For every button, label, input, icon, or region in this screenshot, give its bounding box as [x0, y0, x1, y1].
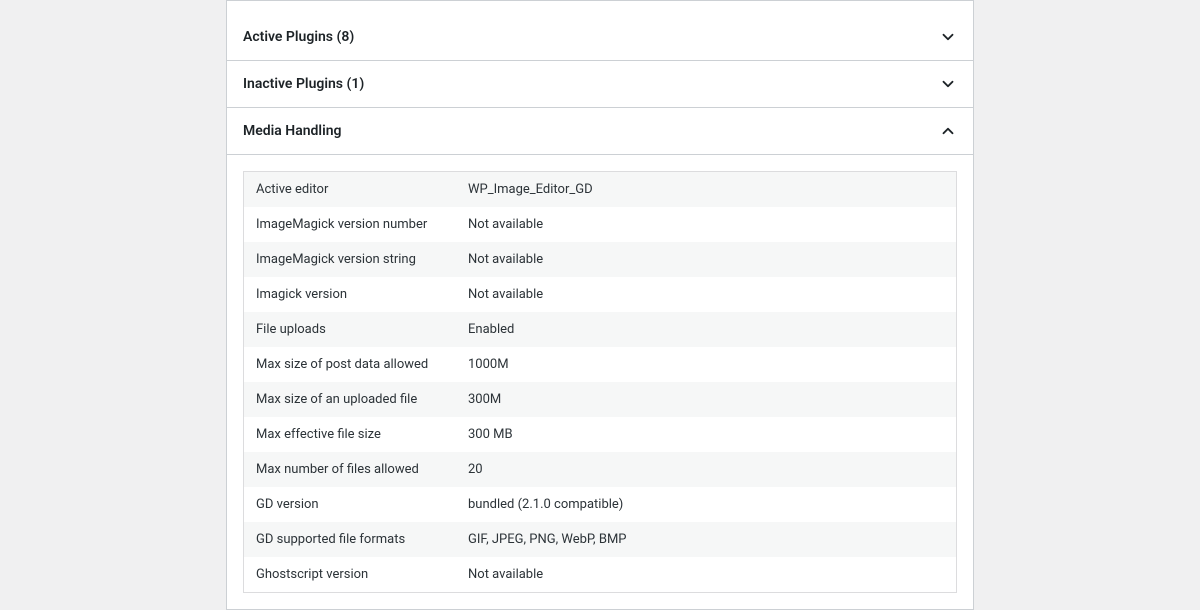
table-row: Max effective file size 300 MB	[244, 417, 956, 452]
row-value: bundled (2.1.0 compatible)	[468, 497, 944, 512]
table-row: GD supported file formats GIF, JPEG, PNG…	[244, 522, 956, 557]
row-value: Not available	[468, 287, 944, 302]
row-label: Active editor	[256, 182, 468, 197]
row-label: GD supported file formats	[256, 532, 468, 547]
row-value: 300 MB	[468, 427, 944, 442]
row-label: File uploads	[256, 322, 468, 337]
table-row: File uploads Enabled	[244, 312, 956, 347]
chevron-up-icon	[939, 122, 957, 140]
panel-body-media-handling: Active editor WP_Image_Editor_GD ImageMa…	[226, 155, 974, 610]
table-row: Ghostscript version Not available	[244, 557, 956, 592]
table-row: Max size of an uploaded file 300M	[244, 382, 956, 417]
row-label: Max size of an uploaded file	[256, 392, 468, 407]
row-value: GIF, JPEG, PNG, WebP, BMP	[468, 532, 944, 547]
row-value: Enabled	[468, 322, 944, 337]
panel-media-handling[interactable]: Media Handling	[226, 108, 974, 155]
row-label: Max effective file size	[256, 427, 468, 442]
panel-active-plugins[interactable]: Active Plugins (8)	[226, 14, 974, 61]
row-value: 300M	[468, 392, 944, 407]
row-label: GD version	[256, 497, 468, 512]
panel-title: Media Handling	[243, 123, 342, 139]
table-row: Max size of post data allowed 1000M	[244, 347, 956, 382]
info-table: Active editor WP_Image_Editor_GD ImageMa…	[243, 171, 957, 593]
row-value: WP_Image_Editor_GD	[468, 182, 944, 197]
panel-title: Inactive Plugins (1)	[243, 76, 364, 92]
table-row: ImageMagick version number Not available	[244, 207, 956, 242]
row-value: Not available	[468, 252, 944, 267]
chevron-down-icon	[939, 28, 957, 46]
row-value: 1000M	[468, 357, 944, 372]
panel-title: Active Plugins (8)	[243, 29, 354, 45]
row-label: ImageMagick version string	[256, 252, 468, 267]
table-row: Active editor WP_Image_Editor_GD	[244, 172, 956, 207]
table-row: Imagick version Not available	[244, 277, 956, 312]
row-label: Imagick version	[256, 287, 468, 302]
row-label: Max size of post data allowed	[256, 357, 468, 372]
panel-inactive-plugins[interactable]: Inactive Plugins (1)	[226, 61, 974, 108]
row-label: Ghostscript version	[256, 567, 468, 582]
table-row: Max number of files allowed 20	[244, 452, 956, 487]
chevron-down-icon	[939, 75, 957, 93]
row-value: Not available	[468, 567, 944, 582]
row-value: Not available	[468, 217, 944, 232]
row-label: ImageMagick version number	[256, 217, 468, 232]
row-label: Max number of files allowed	[256, 462, 468, 477]
table-row: GD version bundled (2.1.0 compatible)	[244, 487, 956, 522]
row-value: 20	[468, 462, 944, 477]
table-row: ImageMagick version string Not available	[244, 242, 956, 277]
